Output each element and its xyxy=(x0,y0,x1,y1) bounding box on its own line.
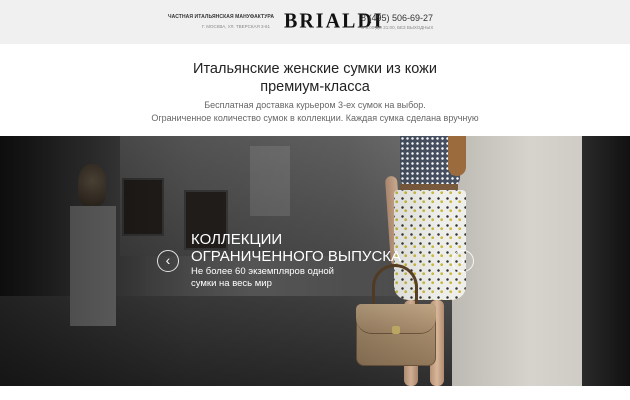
chevron-left-icon: ‹ xyxy=(165,252,171,268)
hero-slider: Коллекции ограниченного выпуска Не более… xyxy=(0,136,630,386)
slide-title: Коллекции ограниченного выпуска xyxy=(191,231,402,265)
page-subtitle: Бесплатная доставка курьером 3-ех сумок … xyxy=(0,99,630,124)
slider-prev-button[interactable]: ‹ xyxy=(157,250,179,272)
slide-description: Не более 60 экземпляров одной сумки на в… xyxy=(191,266,371,290)
slide-title-line2: ограниченного выпуска xyxy=(191,247,402,265)
slider-next-button[interactable]: › xyxy=(452,250,474,272)
page-title-line1: Итальянские женские сумки из кожи xyxy=(193,61,437,77)
manufacture-label: ЧАСТНАЯ ИТАЛЬЯНСКАЯ МАНУФАКТУРА xyxy=(168,14,275,20)
page-title-line2: премиум-класса xyxy=(260,79,370,95)
working-hours: С 9:00 ДО 21:00, БЕЗ ВЫХОДНЫХ xyxy=(361,25,434,30)
page-title: Итальянские женские сумки из кожи премиу… xyxy=(0,60,630,96)
contact-info: 8 (495) 506-69-27 С 9:00 ДО 21:00, БЕЗ В… xyxy=(361,13,433,30)
chevron-right-icon: › xyxy=(460,252,466,268)
subtitle-line1: Бесплатная доставка курьером 3-ех сумок … xyxy=(204,100,426,110)
subtitle-line2: Ограниченное количество сумок в коллекци… xyxy=(151,112,479,123)
slide-text-line2: сумки на весь мир xyxy=(191,278,272,289)
phone-number[interactable]: 8 (495) 506-69-27 xyxy=(361,13,433,23)
manufacture-info: ЧАСТНАЯ ИТАЛЬЯНСКАЯ МАНУФАКТУРА Г. МОСКВ… xyxy=(168,14,275,29)
slide-title-line1: Коллекции xyxy=(191,231,283,248)
site-header: ЧАСТНАЯ ИТАЛЬЯНСКАЯ МАНУФАКТУРА Г. МОСКВ… xyxy=(0,0,630,44)
page-bottom xyxy=(0,386,630,400)
address-label: Г. МОСКВА, УЛ. ТВЕРСКАЯ 3-61 xyxy=(201,24,270,29)
intro-section: Итальянские женские сумки из кожи премиу… xyxy=(0,60,630,124)
slide-text-line1: Не более 60 экземпляров одной xyxy=(191,266,334,277)
